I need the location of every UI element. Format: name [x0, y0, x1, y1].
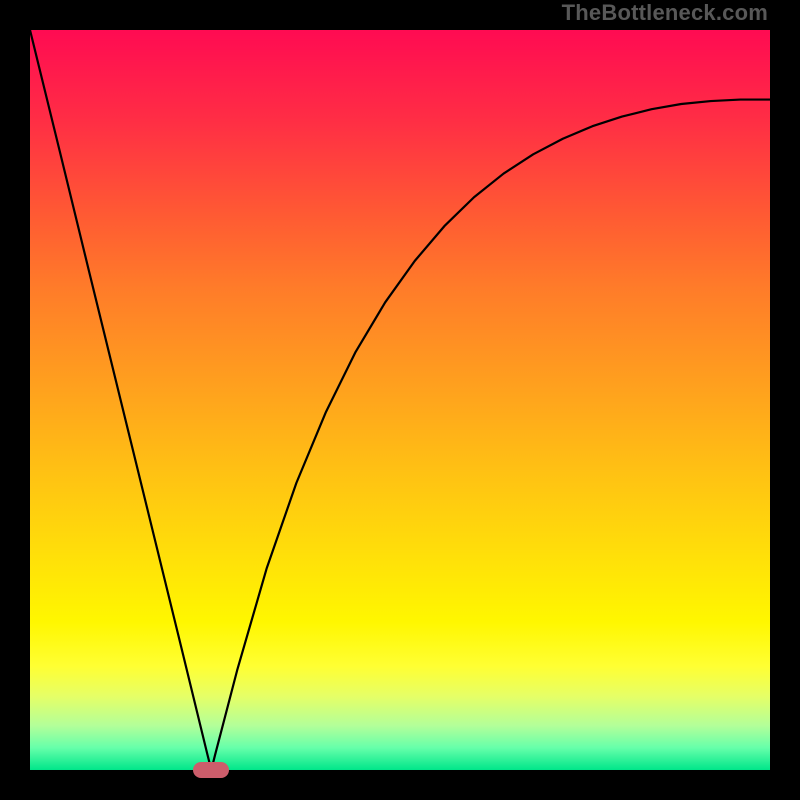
bottleneck-curve: [30, 30, 770, 770]
plot-area: [30, 30, 770, 770]
optimal-point-marker: [193, 762, 229, 778]
chart-frame: TheBottleneck.com: [0, 0, 800, 800]
curve-svg: [30, 30, 770, 770]
watermark-text: TheBottleneck.com: [562, 0, 768, 26]
